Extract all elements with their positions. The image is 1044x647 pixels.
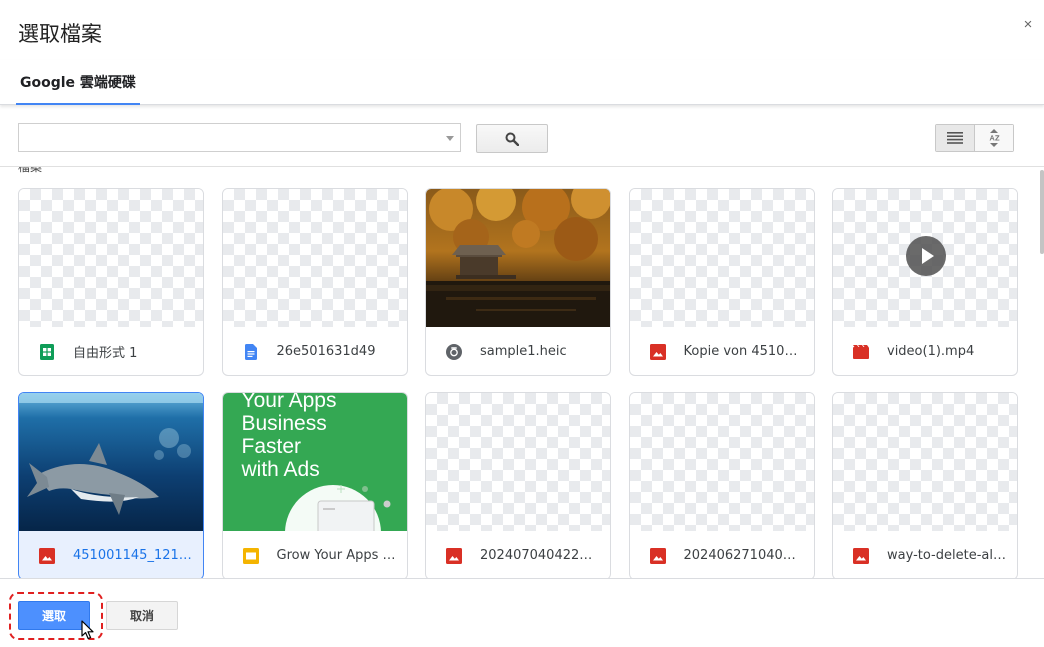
- file-name: 20240627104038…: [683, 548, 804, 563]
- file-thumbnail: [222, 189, 407, 327]
- cancel-button[interactable]: 取消: [106, 601, 178, 630]
- file-grid: 自由形式 1 26e501631d49 sample1.heic Kopie v…: [18, 188, 1018, 578]
- file-thumbnail: [833, 393, 1017, 531]
- file-card-selected[interactable]: 451001145_1214…: [18, 392, 204, 578]
- file-card[interactable]: Your Apps Business Faster with Ads Grow …: [221, 392, 408, 578]
- section-label: 檔案: [18, 167, 43, 174]
- file-card-footer: 20240704042209…: [426, 531, 610, 578]
- scrollbar-thumb[interactable]: [1040, 170, 1044, 254]
- file-name: video(1).mp4: [887, 344, 975, 359]
- camera-icon: [446, 343, 462, 360]
- mouse-pointer-icon: [81, 620, 94, 640]
- list-view-icon: [947, 132, 963, 144]
- file-card-footer: way-to-delete-all-p…: [833, 531, 1017, 578]
- file-thumbnail: [426, 393, 610, 531]
- search-button[interactable]: [476, 124, 548, 153]
- image-icon: [649, 343, 666, 360]
- search-input[interactable]: [18, 123, 461, 152]
- file-card[interactable]: video(1).mp4: [832, 188, 1018, 376]
- action-bar: 選取 取消: [0, 578, 1044, 647]
- file-thumbnail: [426, 189, 610, 327]
- file-name: 451001145_1214…: [73, 548, 193, 563]
- file-card[interactable]: Kopie von 451001…: [628, 188, 815, 376]
- sort-az-icon: [989, 129, 1000, 147]
- file-thumbnail: Your Apps Business Faster with Ads: [222, 393, 407, 531]
- file-card-footer: sample1.heic: [426, 327, 610, 375]
- list-view-button[interactable]: [936, 125, 975, 151]
- shark-photo: [19, 393, 203, 531]
- file-name: way-to-delete-all-p…: [887, 548, 1007, 563]
- image-icon: [649, 547, 666, 564]
- file-card-footer: 自由形式 1: [19, 327, 203, 375]
- sort-button[interactable]: [975, 125, 1013, 151]
- file-name: 20240704042209…: [480, 548, 600, 563]
- file-card-footer: 20240627104038…: [630, 531, 814, 578]
- video-icon: [853, 344, 869, 360]
- file-card-footer: 26e501631d49: [223, 327, 407, 375]
- search-field[interactable]: [19, 124, 439, 151]
- file-card-footer: Grow Your Apps B…: [223, 531, 407, 578]
- file-name: 26e501631d49: [276, 344, 376, 359]
- sheets-icon: [39, 343, 55, 360]
- file-card[interactable]: 26e501631d49: [221, 188, 408, 376]
- image-icon: [446, 547, 462, 564]
- play-icon[interactable]: [906, 236, 946, 276]
- file-name: sample1.heic: [480, 344, 567, 359]
- file-card[interactable]: way-to-delete-all-p…: [832, 392, 1018, 578]
- file-thumbnail: [833, 189, 1017, 327]
- view-toggle: [935, 124, 1014, 152]
- file-thumbnail: [629, 393, 814, 531]
- file-card-footer: 451001145_1214…: [19, 531, 203, 578]
- promo-graphic: [284, 485, 390, 531]
- tab-bar: Google 雲端硬碟: [0, 60, 1044, 105]
- file-name: Kopie von 451001…: [683, 344, 804, 359]
- file-name: Grow Your Apps B…: [276, 548, 397, 563]
- file-thumbnail: [629, 189, 814, 327]
- file-card[interactable]: 20240704042209…: [425, 392, 611, 578]
- file-card[interactable]: sample1.heic: [425, 188, 611, 376]
- file-card-footer: video(1).mp4: [833, 327, 1017, 375]
- file-thumbnail: [19, 393, 203, 531]
- close-icon[interactable]: ×: [1020, 17, 1036, 33]
- file-grid-panel[interactable]: 檔案 自由形式 1 26e501631d49 sample1.heic Kopi…: [0, 167, 1044, 578]
- file-card[interactable]: 20240627104038…: [628, 392, 815, 578]
- slides-icon: [242, 547, 259, 564]
- image-icon: [39, 547, 55, 564]
- file-card[interactable]: 自由形式 1: [18, 188, 204, 376]
- chevron-down-icon[interactable]: [446, 136, 454, 141]
- file-name: 自由形式 1: [73, 346, 138, 361]
- docs-icon: [243, 343, 259, 360]
- autumn-lake-cabin-photo: [426, 189, 610, 327]
- file-thumbnail: [19, 189, 203, 327]
- tab-google-drive[interactable]: Google 雲端硬碟: [16, 60, 140, 105]
- dialog-title: 選取檔案: [18, 22, 102, 46]
- search-icon: [505, 132, 519, 146]
- image-icon: [853, 547, 869, 564]
- file-card-footer: Kopie von 451001…: [630, 327, 814, 375]
